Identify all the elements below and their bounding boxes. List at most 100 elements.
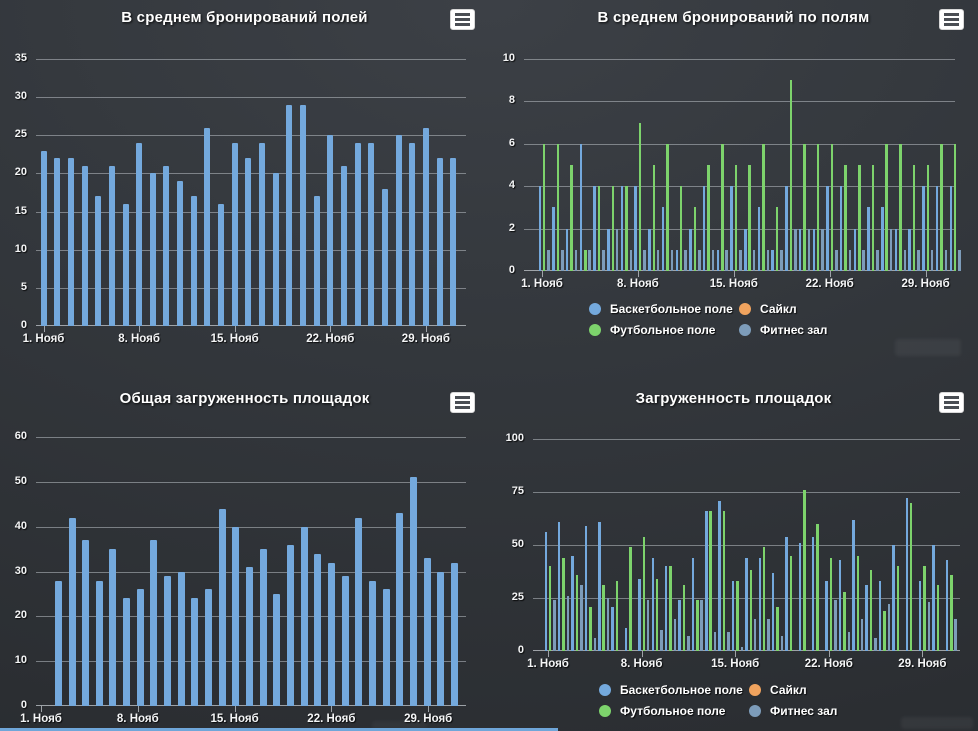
bar: [936, 186, 939, 271]
bar: [888, 604, 891, 651]
legend-item-1[interactable]: Сайкл: [749, 683, 899, 697]
legend-item-3[interactable]: Фитнес зал: [739, 323, 889, 337]
x-axis-tick-label: 22. Нояб: [288, 333, 372, 345]
bar: [55, 581, 62, 707]
bar: [41, 151, 47, 327]
x-axis-tick: [734, 271, 735, 277]
gridline: [36, 59, 466, 60]
x-axis-tick-label: 15. Нояб: [193, 333, 277, 345]
bar: [687, 636, 690, 651]
bar: [718, 501, 721, 652]
bar: [437, 158, 443, 326]
bar: [616, 581, 619, 651]
bar: [328, 563, 335, 707]
chart-menu-button[interactable]: [939, 9, 964, 30]
bar: [772, 573, 775, 651]
bar: [776, 607, 779, 652]
bar: [892, 545, 895, 651]
bar: [396, 513, 403, 706]
bar: [830, 558, 833, 651]
bar: [725, 250, 728, 271]
bar: [571, 556, 574, 651]
gridline: [36, 437, 466, 438]
x-axis-tick-label: 22. Нояб: [788, 278, 872, 290]
x-axis-tick: [330, 326, 331, 332]
x-axis-tick: [926, 271, 927, 277]
bar: [717, 250, 720, 271]
bar: [840, 186, 843, 271]
bar: [450, 158, 456, 326]
bar: [423, 128, 429, 326]
bar: [594, 638, 597, 651]
bar: [897, 566, 900, 651]
bar: [945, 250, 948, 271]
chart-occupancy-by-field: Загруженность площадок Баскетбольное пол…: [489, 365, 978, 731]
bar: [562, 558, 565, 651]
plot-area: [36, 437, 466, 706]
chart-menu-button[interactable]: [450, 392, 475, 413]
y-axis-tick-label: 60: [0, 430, 27, 442]
bar: [754, 619, 757, 651]
bar: [721, 144, 724, 271]
chart-menu-button[interactable]: [450, 9, 475, 30]
bar: [689, 229, 692, 271]
bar: [409, 143, 415, 326]
bar: [314, 554, 321, 706]
bar: [232, 143, 238, 326]
x-axis-tick-label: 29. Нояб: [884, 278, 968, 290]
bar: [954, 619, 957, 651]
bar: [736, 581, 739, 651]
bar: [928, 602, 931, 651]
legend-item-0[interactable]: Баскетбольное поле: [599, 683, 749, 697]
hamburger-menu-icon: [455, 401, 470, 404]
x-axis-tick-label: 22. Нояб: [787, 658, 871, 670]
legend-item-0[interactable]: Баскетбольное поле: [589, 302, 739, 316]
bar: [883, 611, 886, 651]
legend-item-1[interactable]: Сайкл: [739, 302, 889, 316]
chart-legend: Баскетбольное полеСайклФутбольное поле Фи…: [599, 683, 899, 718]
bar: [849, 250, 852, 271]
bar: [300, 105, 306, 326]
bar: [607, 229, 610, 271]
bar: [616, 229, 619, 271]
bar: [570, 165, 573, 271]
bar: [744, 229, 747, 271]
bar: [69, 518, 76, 706]
x-axis-tick: [41, 706, 42, 712]
legend-item-2[interactable]: Футбольное поле: [589, 323, 739, 337]
bar: [890, 229, 893, 271]
bar: [96, 581, 103, 707]
x-axis-tick: [735, 651, 736, 657]
x-axis-tick-label: 1. Нояб: [506, 658, 590, 670]
x-axis-tick-label: 8. Нояб: [600, 658, 684, 670]
y-axis-tick-label: 8: [489, 94, 515, 106]
bar: [589, 607, 592, 652]
gridline: [36, 97, 466, 98]
chart-menu-button[interactable]: [939, 392, 964, 413]
bar: [671, 250, 674, 271]
x-axis-tick-label: 8. Нояб: [596, 278, 680, 290]
bar: [799, 543, 802, 651]
bar: [762, 144, 765, 271]
bar: [164, 576, 171, 706]
bar: [727, 632, 730, 651]
y-axis-tick-label: 0: [0, 319, 27, 331]
bar: [602, 250, 605, 271]
legend-item-3[interactable]: Фитнес зал: [749, 704, 899, 718]
legend-item-2[interactable]: Футбольное поле: [599, 704, 749, 718]
bar: [342, 576, 349, 706]
bar: [177, 181, 183, 326]
bar: [648, 229, 651, 271]
x-axis-tick-label: 8. Нояб: [96, 713, 180, 725]
bar: [643, 537, 646, 652]
bar: [660, 630, 663, 651]
bar: [745, 558, 748, 651]
x-axis-tick: [542, 271, 543, 277]
legend-marker-icon: [739, 324, 751, 336]
bar: [730, 186, 733, 271]
legend-label: Фитнес зал: [770, 704, 837, 718]
bar: [816, 524, 819, 651]
bar: [700, 600, 703, 651]
y-axis-tick-label: 20: [0, 166, 27, 178]
bar: [629, 547, 632, 651]
